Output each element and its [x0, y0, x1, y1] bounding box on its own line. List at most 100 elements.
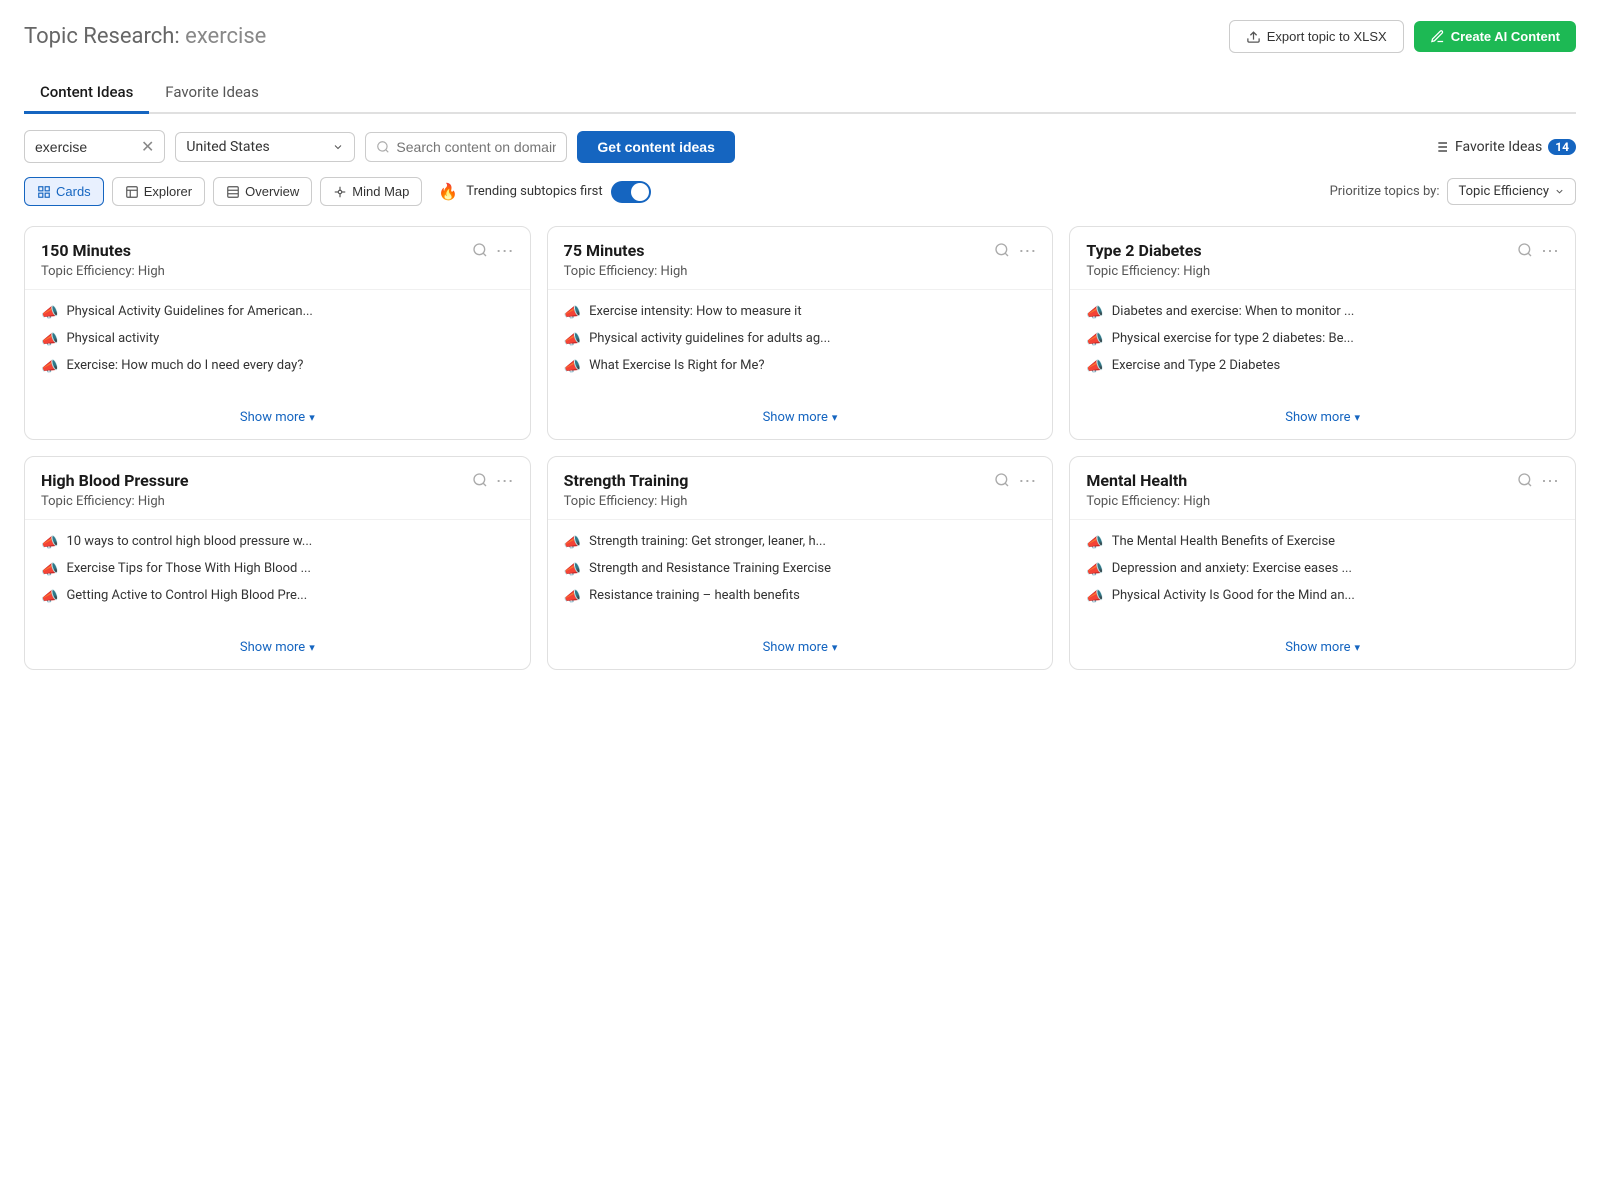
list-item: 📣 Physical activity guidelines for adult…	[564, 331, 1037, 348]
list-item: 📣 Exercise intensity: How to measure it	[564, 304, 1037, 321]
item-text: Physical Activity Guidelines for America…	[66, 304, 312, 319]
card-header-4: Strength Training Topic Efficiency: High…	[548, 457, 1053, 520]
item-text: Exercise and Type 2 Diabetes	[1112, 358, 1280, 373]
country-value: United States	[186, 139, 326, 155]
card-title-area-0: 150 Minutes Topic Efficiency: High	[41, 241, 165, 279]
export-label: Export topic to XLSX	[1267, 29, 1387, 44]
show-more-button-2[interactable]: Show more ▾	[1285, 410, 1360, 425]
card-search-icon-0[interactable]	[472, 242, 488, 262]
topic-card-2: Type 2 Diabetes Topic Efficiency: High ⋯…	[1069, 226, 1576, 440]
list-item: 📣 What Exercise Is Right for Me?	[564, 358, 1037, 375]
title-keyword: exercise	[180, 24, 267, 49]
card-title-area-4: Strength Training Topic Efficiency: High	[564, 471, 689, 509]
card-more-icon-1[interactable]: ⋯	[1018, 241, 1036, 262]
cards-icon	[37, 185, 51, 199]
overview-label: Overview	[245, 184, 299, 199]
show-more-label: Show more	[240, 410, 305, 425]
card-more-icon-2[interactable]: ⋯	[1541, 241, 1559, 262]
explorer-label: Explorer	[144, 184, 192, 199]
item-text: Physical Activity Is Good for the Mind a…	[1112, 588, 1355, 603]
domain-search-wrapper	[365, 132, 567, 162]
card-search-icon-2[interactable]	[1517, 242, 1533, 262]
list-item: 📣 Physical exercise for type 2 diabetes:…	[1086, 331, 1559, 348]
chevron-down-icon: ▾	[309, 641, 315, 654]
list-item: 📣 Exercise and Type 2 Diabetes	[1086, 358, 1559, 375]
country-selector[interactable]: United States	[175, 132, 355, 162]
card-search-icon-1[interactable]	[994, 242, 1010, 262]
card-efficiency-2: Topic Efficiency: High	[1086, 264, 1210, 279]
create-ai-content-button[interactable]: Create AI Content	[1414, 21, 1576, 52]
list-item: 📣 Diabetes and exercise: When to monitor…	[1086, 304, 1559, 321]
card-more-icon-0[interactable]: ⋯	[496, 241, 514, 262]
card-more-icon-4[interactable]: ⋯	[1018, 471, 1036, 492]
list-item: 📣 Strength training: Get stronger, leane…	[564, 534, 1037, 551]
tabs-bar: Content Ideas Favorite Ideas	[24, 73, 1576, 114]
export-button[interactable]: Export topic to XLSX	[1229, 20, 1404, 53]
card-header-5: Mental Health Topic Efficiency: High ⋯	[1070, 457, 1575, 520]
topic-card-5: Mental Health Topic Efficiency: High ⋯ 📣…	[1069, 456, 1576, 670]
megaphone-icon: 📣	[41, 562, 58, 578]
list-item: 📣 Exercise: How much do I need every day…	[41, 358, 514, 375]
megaphone-icon: 📣	[1086, 332, 1103, 348]
chevron-down-icon: ▾	[832, 411, 838, 424]
card-search-icon-5[interactable]	[1517, 472, 1533, 492]
megaphone-icon: 📣	[1086, 562, 1103, 578]
view-explorer-button[interactable]: Explorer	[112, 177, 205, 206]
card-more-icon-5[interactable]: ⋯	[1541, 471, 1559, 492]
card-actions-0: ⋯	[472, 241, 514, 262]
clear-keyword-button[interactable]: ✕	[141, 137, 154, 156]
card-footer-0: Show more ▾	[25, 399, 530, 439]
explorer-icon	[125, 185, 139, 199]
card-body-5: 📣 The Mental Health Benefits of Exercise…	[1070, 520, 1575, 629]
megaphone-icon: 📣	[1086, 535, 1103, 551]
item-text: Resistance training – health benefits	[589, 588, 800, 603]
show-more-label: Show more	[1285, 640, 1350, 655]
megaphone-icon: 📣	[564, 562, 581, 578]
chevron-down-icon: ▾	[309, 411, 315, 424]
view-overview-button[interactable]: Overview	[213, 177, 312, 206]
prioritize-select[interactable]: Topic Efficiency	[1447, 178, 1576, 205]
megaphone-icon: 📣	[1086, 359, 1103, 375]
item-text: Diabetes and exercise: When to monitor .…	[1112, 304, 1355, 319]
card-more-icon-3[interactable]: ⋯	[496, 471, 514, 492]
keyword-input[interactable]	[35, 139, 135, 155]
list-item: 📣 Depression and anxiety: Exercise eases…	[1086, 561, 1559, 578]
card-actions-1: ⋯	[994, 241, 1036, 262]
item-text: Exercise Tips for Those With High Blood …	[66, 561, 310, 576]
favorite-ideas-button[interactable]: Favorite Ideas 14	[1433, 139, 1576, 155]
list-item: 📣 Physical Activity Guidelines for Ameri…	[41, 304, 514, 321]
overview-icon	[226, 185, 240, 199]
header-actions: Export topic to XLSX Create AI Content	[1229, 20, 1576, 53]
show-more-button-5[interactable]: Show more ▾	[1285, 640, 1360, 655]
show-more-button-0[interactable]: Show more ▾	[240, 410, 315, 425]
show-more-label: Show more	[1285, 410, 1350, 425]
card-body-3: 📣 10 ways to control high blood pressure…	[25, 520, 530, 629]
card-title-area-5: Mental Health Topic Efficiency: High	[1086, 471, 1210, 509]
card-title-0: 150 Minutes	[41, 241, 165, 260]
show-more-button-3[interactable]: Show more ▾	[240, 640, 315, 655]
show-more-button-1[interactable]: Show more ▾	[763, 410, 838, 425]
get-content-ideas-button[interactable]: Get content ideas	[577, 131, 734, 163]
view-mindmap-button[interactable]: Mind Map	[320, 177, 422, 206]
prioritize-section: Prioritize topics by: Topic Efficiency	[1330, 178, 1576, 205]
item-text: Depression and anxiety: Exercise eases .…	[1112, 561, 1352, 576]
tab-content-ideas[interactable]: Content Ideas	[24, 73, 149, 114]
trending-toggle[interactable]	[611, 181, 651, 203]
item-text: What Exercise Is Right for Me?	[589, 358, 764, 373]
card-title-5: Mental Health	[1086, 471, 1210, 490]
view-cards-button[interactable]: Cards	[24, 177, 104, 206]
card-search-icon-4[interactable]	[994, 472, 1010, 492]
item-text: Physical activity guidelines for adults …	[589, 331, 830, 346]
topic-card-3: High Blood Pressure Topic Efficiency: Hi…	[24, 456, 531, 670]
favorite-ideas-label: Favorite Ideas	[1455, 139, 1542, 155]
megaphone-icon: 📣	[564, 359, 581, 375]
show-more-button-4[interactable]: Show more ▾	[763, 640, 838, 655]
domain-search-input[interactable]	[396, 139, 556, 155]
card-efficiency-1: Topic Efficiency: High	[564, 264, 688, 279]
card-search-icon-3[interactable]	[472, 472, 488, 492]
megaphone-icon: 📣	[41, 589, 58, 605]
page-title: Topic Research: exercise	[24, 24, 266, 49]
tab-favorite-ideas[interactable]: Favorite Ideas	[149, 73, 275, 114]
card-actions-5: ⋯	[1517, 471, 1559, 492]
fire-icon: 🔥	[438, 182, 458, 201]
